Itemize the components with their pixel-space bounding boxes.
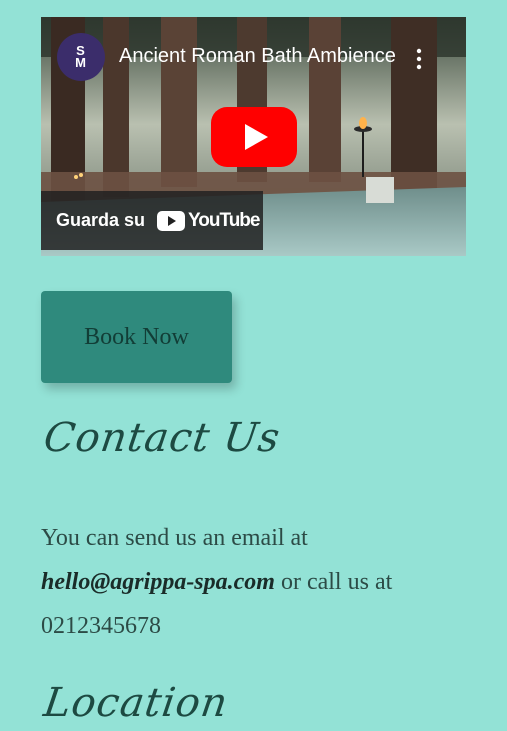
contact-connector: or call us at <box>280 569 393 595</box>
watch-on-youtube-button[interactable]: Guarda su YouTube <box>41 191 263 250</box>
phone-number[interactable]: 0212345678 <box>41 613 161 639</box>
play-icon[interactable] <box>211 107 297 167</box>
kebab-menu-icon[interactable] <box>413 47 425 71</box>
contact-text: You can send us an email at hello@agripp… <box>41 516 471 648</box>
contact-intro: You can send us an email at <box>41 525 308 551</box>
youtube-wordmark: YouTube <box>188 209 260 231</box>
email-link[interactable]: hello@agrippa-spa.com <box>41 569 275 595</box>
youtube-video-embed[interactable]: S M Ancient Roman Bath Ambience Guarda s… <box>41 17 466 256</box>
channel-avatar[interactable]: S M <box>57 33 105 81</box>
contact-heading: Contact Us <box>41 415 284 461</box>
channel-avatar-text: S M <box>75 43 87 70</box>
video-title[interactable]: Ancient Roman Bath Ambience <box>119 45 399 68</box>
book-now-button[interactable]: Book Now <box>41 291 232 383</box>
watch-on-label: Guarda su <box>56 210 146 230</box>
youtube-logo-icon: YouTube <box>157 209 260 232</box>
location-heading: Location <box>41 680 232 726</box>
